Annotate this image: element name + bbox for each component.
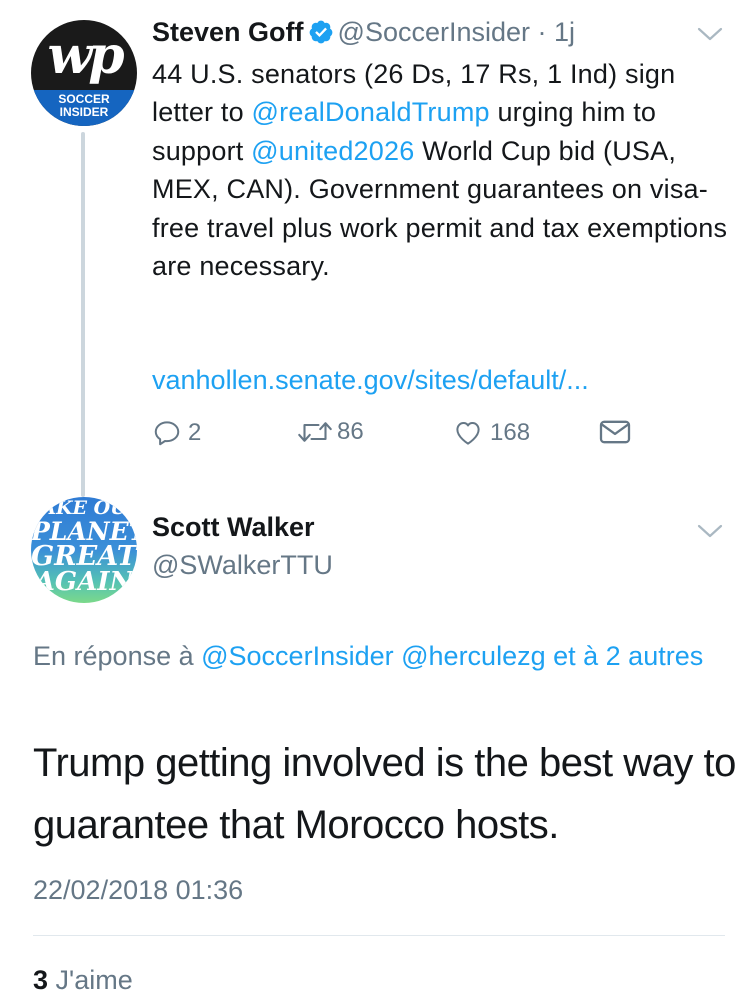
like-heart-icon bbox=[456, 422, 480, 445]
likes-count: 3 bbox=[33, 965, 49, 995]
mention-herculezg[interactable]: @herculezg bbox=[401, 641, 545, 671]
author-avatar-steven-goff[interactable]: wp SOCCER INSIDER bbox=[31, 20, 137, 126]
tweet-time[interactable]: 1j bbox=[554, 17, 575, 47]
chevron-down-icon[interactable] bbox=[697, 26, 723, 42]
meta-separator: · bbox=[530, 17, 555, 47]
reply-count: 2 bbox=[188, 419, 202, 446]
author-name[interactable]: Steven Goff bbox=[152, 17, 304, 47]
likes-label: J'aime bbox=[55, 965, 133, 995]
mention-soccerinsider[interactable]: @SoccerInsider bbox=[201, 641, 393, 671]
reply-others-link[interactable]: et à 2 autres bbox=[553, 641, 703, 671]
reply-icon bbox=[154, 421, 180, 446]
author-name[interactable]: Scott Walker bbox=[152, 509, 315, 545]
thread-connector-line bbox=[81, 132, 85, 497]
direct-message-icon bbox=[599, 420, 631, 444]
author-handle[interactable]: @SWalkerTTU bbox=[152, 547, 333, 583]
avatar-text-line3: GREAT bbox=[31, 541, 137, 572]
tweet-header: Steven Goff @SoccerInsider · 1j bbox=[152, 14, 575, 50]
tweet-text: Trump getting involved is the best way t… bbox=[33, 741, 736, 847]
direct-message-button[interactable] bbox=[598, 418, 632, 446]
author-avatar-scott-walker[interactable]: AKE OU PLANET GREAT AGAIN bbox=[31, 497, 137, 603]
avatar-band: SOCCER INSIDER bbox=[31, 90, 137, 126]
avatar-text-line4: AGAIN bbox=[34, 567, 134, 597]
like-count: 168 bbox=[490, 419, 531, 446]
reply-context: En réponse à @SoccerInsider @herculezg e… bbox=[33, 636, 733, 676]
tweet-text: 44 U.S. senators (26 Ds, 17 Rs, 1 Ind) s… bbox=[152, 55, 737, 285]
avatar-band-line2: INSIDER bbox=[59, 105, 109, 119]
chevron-down-icon[interactable] bbox=[697, 523, 723, 539]
retweet-count: 86 bbox=[337, 418, 364, 445]
avatar-text-line1: AKE OU bbox=[41, 497, 127, 519]
mention-united2026[interactable]: @united2026 bbox=[251, 136, 414, 166]
tweet-actions: 2 86 168 bbox=[152, 418, 652, 454]
retweet-button[interactable]: 86 bbox=[295, 418, 364, 446]
divider bbox=[33, 935, 725, 936]
likes-summary[interactable]: 3 J'aime bbox=[33, 962, 133, 998]
retweet-icon bbox=[298, 422, 332, 442]
reply-button[interactable]: 2 bbox=[152, 418, 201, 448]
author-handle[interactable]: @SoccerInsider bbox=[338, 17, 530, 47]
reply-prefix: En réponse à bbox=[33, 641, 202, 671]
avatar-monogram: wp bbox=[47, 25, 124, 86]
mention-realdonaldtrump[interactable]: @realDonaldTrump bbox=[252, 97, 490, 127]
external-link[interactable]: vanhollen.senate.gov/sites/default/... bbox=[152, 361, 589, 399]
like-button[interactable]: 168 bbox=[452, 418, 530, 448]
verified-badge-icon bbox=[309, 20, 332, 44]
tweet-timestamp[interactable]: 22/02/2018 01:36 bbox=[33, 872, 243, 908]
